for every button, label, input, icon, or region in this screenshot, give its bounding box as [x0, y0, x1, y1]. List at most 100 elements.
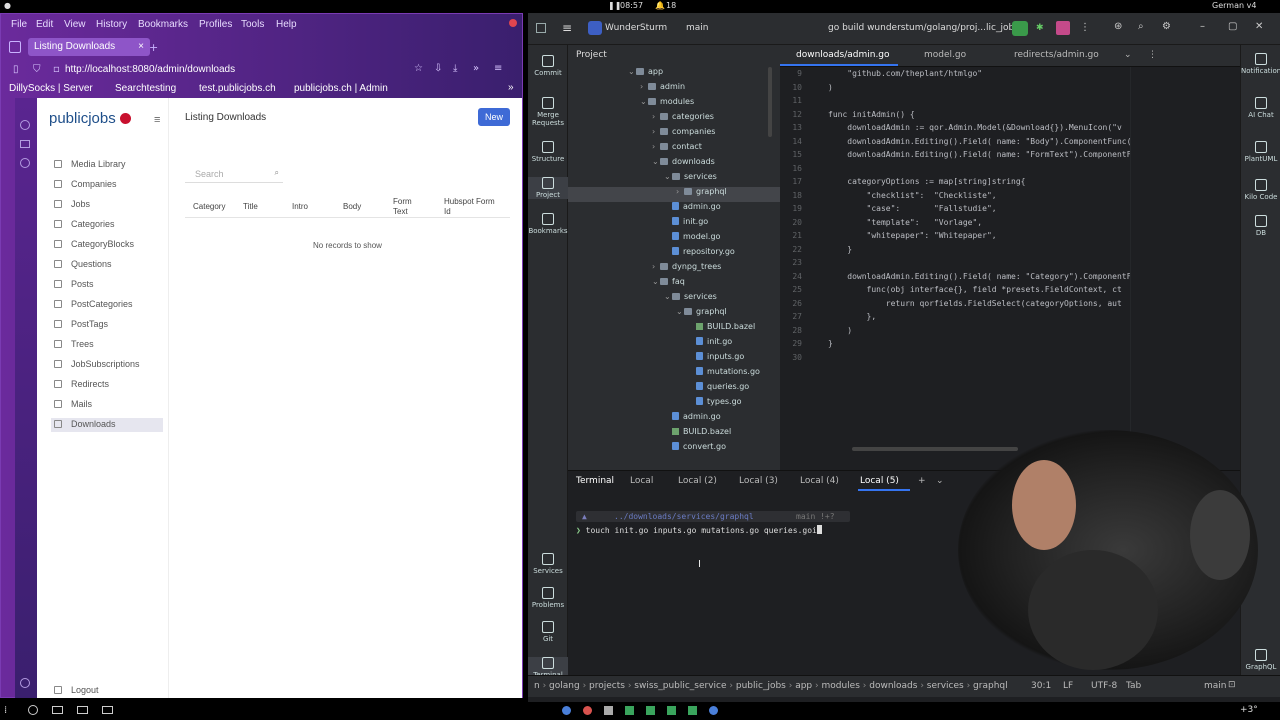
new-button[interactable]: New: [478, 108, 510, 126]
more-tabs-icon[interactable]: ⋮: [1148, 50, 1157, 60]
code-line[interactable]: "checklist": "Checkliste",: [828, 191, 997, 200]
tool-project[interactable]: Project: [528, 177, 568, 199]
menu-bookmarks[interactable]: Bookmarks: [138, 19, 188, 30]
editor-tab-redirects-admin[interactable]: redirects/admin.go: [1014, 50, 1099, 60]
sidebar-item-categories[interactable]: Categories: [51, 218, 163, 232]
code-line[interactable]: downloadAdmin.Editing().Field( name: "Fo…: [828, 150, 1130, 159]
tray-app2-icon[interactable]: [583, 706, 592, 715]
project-scrollbar[interactable]: [768, 67, 772, 137]
column-form-text[interactable]: Form Text: [393, 197, 423, 217]
code-area[interactable]: 9 "github.com/theplant/htmlgo" 10) 11 12 fun…: [780, 67, 1130, 467]
chevron-down-icon[interactable]: ⌄: [664, 292, 672, 301]
tree-item[interactable]: › companies: [652, 127, 715, 142]
code-line[interactable]: "github.com/theplant/htmlgo": [828, 69, 982, 78]
chevron-down-icon[interactable]: ⌄: [676, 307, 684, 316]
editor-tab-downloads-admin[interactable]: downloads/admin.go: [796, 50, 890, 60]
chevron-right-icon[interactable]: ›: [652, 127, 660, 136]
lock-icon[interactable]: ⊡: [1228, 680, 1236, 690]
tree-item[interactable]: mutations.go: [688, 367, 760, 382]
tool-merge-requests[interactable]: Merge Requests: [528, 97, 568, 127]
sidebar-item-companies[interactable]: Companies: [51, 178, 163, 192]
bookmark-searchtesting[interactable]: Searchtesting: [115, 83, 176, 94]
breadcrumb-item[interactable]: modules: [821, 681, 859, 691]
tray-app4-icon[interactable]: [625, 706, 634, 715]
notification-bell-icon[interactable]: 🔔: [655, 1, 665, 10]
url-text[interactable]: http://localhost:8080/admin/downloads: [65, 64, 235, 75]
new-terminal-icon[interactable]: +: [918, 476, 926, 486]
menu-profiles[interactable]: Profiles: [199, 19, 232, 30]
stop-icon[interactable]: [1056, 21, 1070, 35]
code-line[interactable]: "template": "Vorlage",: [828, 218, 983, 227]
apple-icon[interactable]: ●: [4, 1, 11, 10]
column-hubspot-form-id[interactable]: Hubspot Form Id: [444, 197, 500, 217]
folder-taskbar-icon[interactable]: [102, 706, 113, 714]
project-panel-title[interactable]: Project: [576, 50, 607, 60]
sidebar-toggle-icon[interactable]: ▯: [13, 64, 19, 75]
menu-edit[interactable]: Edit: [36, 19, 53, 30]
chevron-down-icon[interactable]: ⌄: [628, 67, 636, 76]
tree-item[interactable]: init.go: [664, 217, 708, 232]
tray-app1-icon[interactable]: [562, 706, 571, 715]
shield-icon[interactable]: ⛉: [33, 64, 41, 75]
menu-file[interactable]: File: [11, 19, 27, 30]
breadcrumb-item[interactable]: golang: [549, 681, 580, 691]
column-body[interactable]: Body: [343, 202, 361, 211]
terminal-command-line[interactable]: ❯ touch init.go inputs.go mutations.go q…: [576, 525, 822, 535]
column-title[interactable]: Title: [243, 202, 258, 211]
chevron-down-icon[interactable]: ⌄: [652, 157, 660, 166]
tray-app3-icon[interactable]: [604, 706, 613, 715]
tree-item[interactable]: admin.go: [664, 412, 721, 427]
tool-commit[interactable]: Commit: [528, 55, 568, 77]
breadcrumb-item[interactable]: swiss_public_service: [634, 681, 726, 691]
tool-graphql[interactable]: GraphQL: [1241, 649, 1280, 671]
sidebar-item-downloads[interactable]: Downloads: [51, 418, 163, 432]
code-line[interactable]: downloadAdmin.Editing().Field( name: "Bo…: [828, 137, 1130, 146]
sidebar-item-mails[interactable]: Mails: [51, 398, 163, 412]
tool-kilo-code[interactable]: Kilo Code: [1241, 179, 1280, 201]
sidebar-item-posts[interactable]: Posts: [51, 278, 163, 292]
breadcrumb-item[interactable]: graphql: [973, 681, 1008, 691]
tree-item[interactable]: inputs.go: [688, 352, 744, 367]
breadcrumb-item[interactable]: services: [927, 681, 964, 691]
branch-selector[interactable]: main: [686, 23, 709, 33]
tree-item[interactable]: admin.go: [664, 202, 721, 217]
cursor-position[interactable]: 30:1: [1031, 681, 1051, 691]
search-field[interactable]: Search ⌕: [185, 166, 283, 183]
main-menu-icon[interactable]: ≡: [562, 21, 572, 35]
browser-taskbar-icon[interactable]: [28, 705, 38, 715]
tree-item[interactable]: › categories: [652, 112, 714, 127]
tree-item[interactable]: ⌄ graphql: [676, 307, 727, 322]
downloads-icon[interactable]: ⤓: [453, 63, 457, 74]
code-line[interactable]: "case": "Fallstudie",: [828, 204, 997, 213]
tree-item[interactable]: ⌄ services: [664, 292, 717, 307]
code-line[interactable]: func(obj interface{}, field *presets.Fie…: [828, 285, 1122, 294]
indent-style[interactable]: Tab: [1126, 681, 1141, 691]
tool-ai-chat[interactable]: AI Chat: [1241, 97, 1280, 119]
hamburger-icon[interactable]: ≡: [154, 114, 160, 126]
sidebar-item-redirects[interactable]: Redirects: [51, 378, 163, 392]
sidebar-settings-icon[interactable]: [20, 678, 30, 688]
tree-item[interactable]: › contact: [652, 142, 702, 157]
tool-problems[interactable]: Problems: [528, 587, 568, 609]
line-ending[interactable]: LF: [1063, 681, 1073, 691]
breadcrumb-item[interactable]: projects: [589, 681, 625, 691]
menu-help[interactable]: Help: [276, 19, 297, 30]
tree-item[interactable]: ⌄ modules: [640, 97, 694, 112]
tree-item[interactable]: types.go: [688, 397, 742, 412]
tree-item[interactable]: ⌄ app: [628, 67, 663, 82]
terminal-tab-local-3[interactable]: Local (3): [739, 476, 778, 486]
sidebar-item-questions[interactable]: Questions: [51, 258, 163, 272]
code-line[interactable]: },: [828, 312, 877, 321]
search-everywhere-icon[interactable]: ⌕: [1138, 21, 1144, 32]
sidebar-item-trees[interactable]: Trees: [51, 338, 163, 352]
code-with-me-icon[interactable]: ⊛: [1114, 21, 1122, 32]
terminal-title[interactable]: Terminal: [576, 476, 614, 486]
tree-item[interactable]: › dynpg_trees: [652, 262, 721, 277]
extension-icon[interactable]: ⇩: [434, 63, 442, 74]
tree-item[interactable]: ⌄ downloads: [652, 157, 715, 172]
chevron-right-icon[interactable]: ›: [652, 142, 660, 151]
tree-item[interactable]: ⌄ faq: [652, 277, 685, 292]
app-menu-icon[interactable]: ≡: [494, 63, 502, 74]
run-button[interactable]: [1012, 21, 1028, 36]
bookmark-publicjobs-admin[interactable]: publicjobs.ch | Admin: [294, 83, 388, 94]
